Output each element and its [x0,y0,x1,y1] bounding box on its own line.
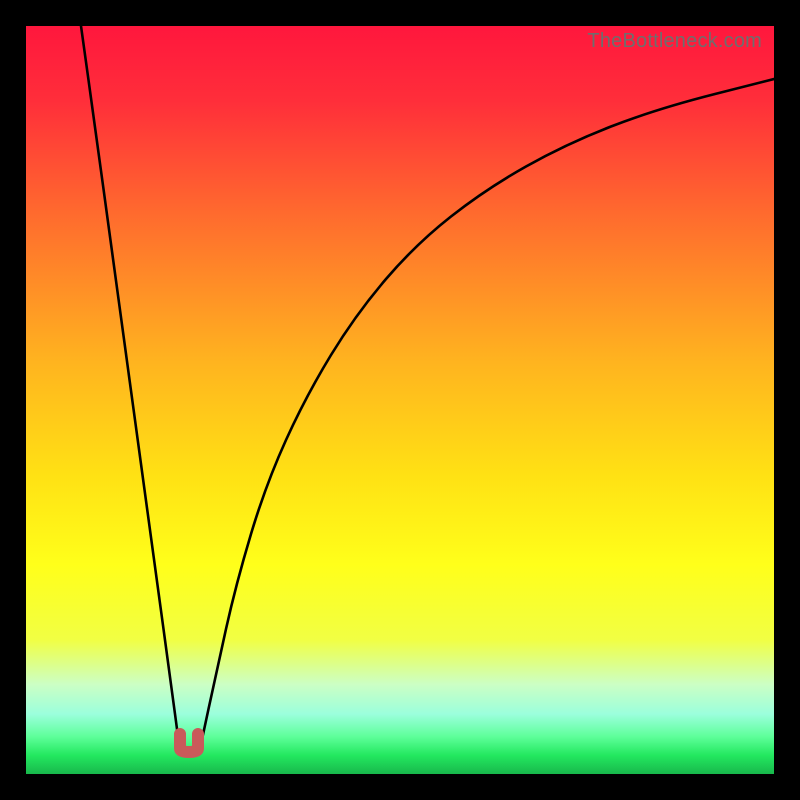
curve-layer [26,26,774,774]
minimum-marker [180,734,198,752]
bottleneck-curve-right [201,79,774,744]
plot-area: TheBottleneck.com [26,26,774,774]
chart-frame: TheBottleneck.com [0,0,800,800]
watermark-text: TheBottleneck.com [587,30,762,53]
bottleneck-curve-left [81,26,179,744]
